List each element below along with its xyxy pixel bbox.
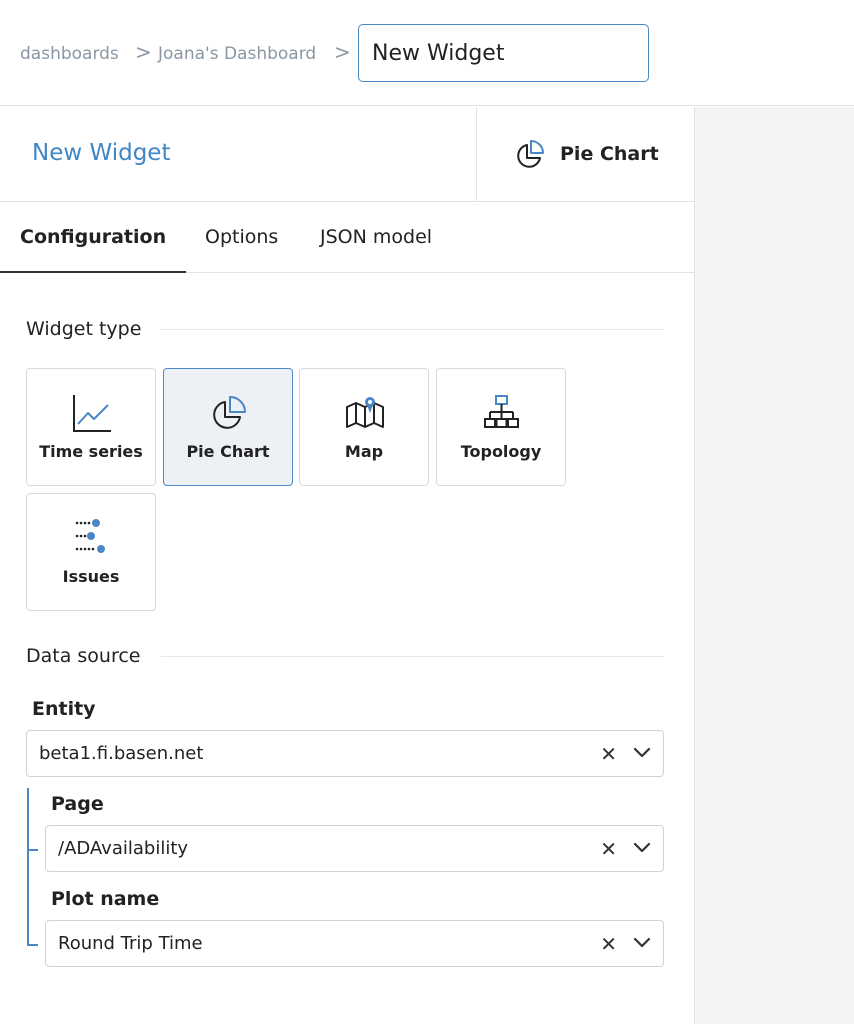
widget-type-topology[interactable]: Topology [436, 368, 566, 486]
entity-label: Entity [32, 698, 96, 720]
widget-type-badge-label: Pie Chart [560, 143, 659, 165]
pie-chart-icon [517, 140, 544, 168]
widget-type-map[interactable]: Map [299, 368, 429, 486]
tab-configuration[interactable]: Configuration [20, 226, 166, 248]
widget-type-issues[interactable]: Issues [26, 493, 156, 611]
widget-type-badge: Pie Chart [476, 107, 695, 202]
tree-connector [27, 944, 38, 946]
breadcrumb-dashboard[interactable]: Joana's Dashboard [158, 44, 316, 64]
pie-chart-icon [213, 396, 246, 429]
top-bar: dashboards > Joana's Dashboard > [0, 0, 854, 106]
active-tab-indicator [0, 271, 186, 273]
widget-type-time-series[interactable]: Time series [26, 368, 156, 486]
page-label: Page [51, 793, 104, 815]
clear-icon[interactable]: ✕ [600, 932, 617, 956]
widget-type-label: Topology [460, 442, 542, 461]
panel-title: New Widget [32, 140, 171, 166]
tree-connector [27, 849, 38, 851]
plot-name-label: Plot name [51, 888, 160, 910]
widget-type-label: Time series [39, 442, 143, 461]
tree-connector [27, 788, 29, 945]
page-value: /ADAvailability [58, 838, 189, 859]
widget-type-pie-chart[interactable]: Pie Chart [163, 368, 293, 486]
page-select[interactable]: /ADAvailability ✕ [45, 825, 664, 872]
widget-type-label: Issues [62, 567, 120, 586]
widget-editor-panel: New Widget Pie Chart Configuration Optio… [0, 107, 695, 1024]
map-icon [346, 397, 384, 428]
data-source-heading: Data source [26, 645, 141, 667]
widget-type-label: Pie Chart [186, 442, 270, 461]
clear-icon[interactable]: ✕ [600, 742, 617, 766]
widget-title-input[interactable] [358, 24, 649, 82]
breadcrumb-separator: > [334, 40, 351, 64]
chevron-down-icon[interactable] [633, 842, 651, 854]
widget-type-heading: Widget type [26, 318, 142, 340]
clear-icon[interactable]: ✕ [600, 837, 617, 861]
section-divider [161, 656, 664, 657]
tab-bar: Configuration Options JSON model [0, 202, 695, 273]
chevron-down-icon[interactable] [633, 747, 651, 759]
line-chart-icon [73, 395, 111, 432]
breadcrumb-separator: > [135, 40, 152, 64]
breadcrumb-dashboards[interactable]: dashboards [20, 44, 119, 64]
panel-header: New Widget Pie Chart [0, 107, 695, 202]
plot-name-value: Round Trip Time [58, 933, 203, 954]
entity-select[interactable]: beta1.fi.basen.net ✕ [26, 730, 664, 777]
tab-json-model[interactable]: JSON model [320, 226, 432, 248]
issues-icon [75, 519, 105, 553]
topology-icon [484, 395, 519, 428]
tab-options[interactable]: Options [205, 226, 278, 248]
section-divider [160, 329, 664, 330]
dashboard-canvas [695, 107, 854, 1024]
chevron-down-icon[interactable] [633, 937, 651, 949]
plot-name-select[interactable]: Round Trip Time ✕ [45, 920, 664, 967]
widget-type-label: Map [344, 442, 384, 461]
entity-value: beta1.fi.basen.net [39, 743, 204, 764]
